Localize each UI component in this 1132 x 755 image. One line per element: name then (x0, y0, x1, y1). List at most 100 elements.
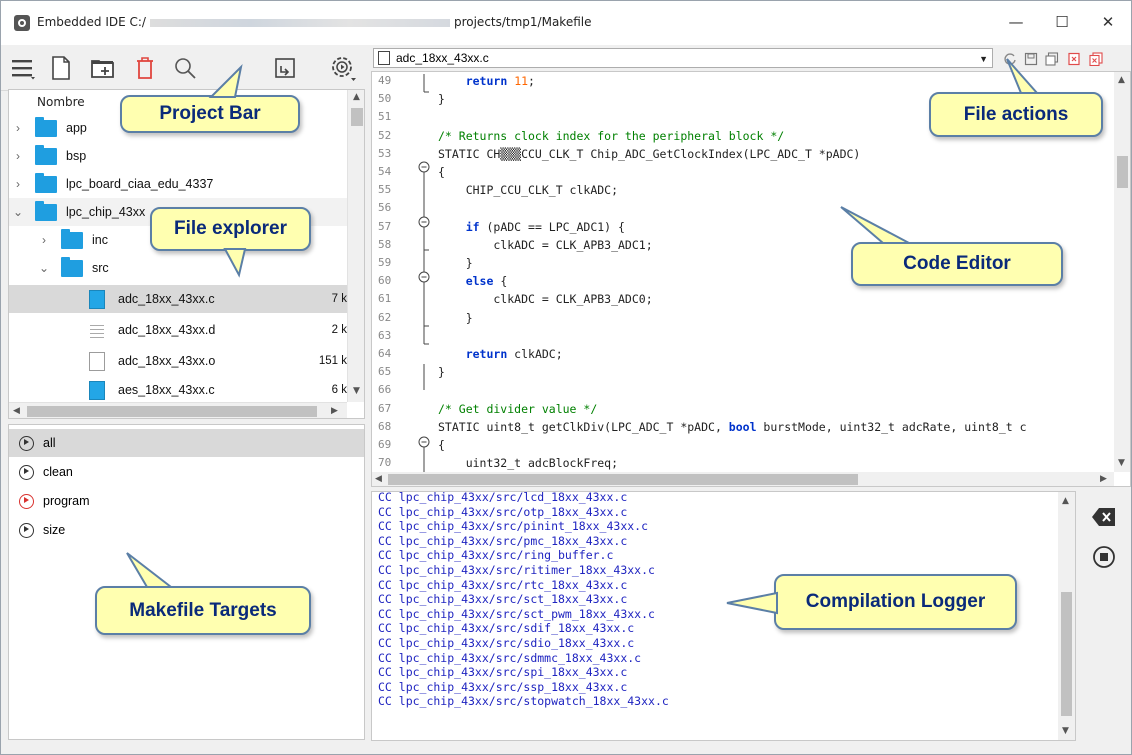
tree-item-adc-o[interactable]: adc_18xx_43xx.o 151 k (9, 347, 347, 375)
code-line[interactable]: CHIP_CCU_CLK_T clkADC; (438, 183, 618, 197)
c-file-icon (89, 289, 105, 309)
hamburger-menu-icon[interactable] (7, 53, 39, 83)
tree-item-label: lpc_chip_43xx (66, 205, 146, 219)
callout-text: Compilation Logger (805, 591, 986, 612)
close-icon[interactable] (1065, 50, 1083, 68)
callout-text: Makefile Targets (129, 599, 277, 621)
line-number: 55 (378, 183, 392, 197)
tree-item-bsp[interactable]: › bsp (9, 142, 347, 170)
open-file-selector[interactable]: adc_18xx_43xx.c ▼ (373, 48, 993, 68)
chevron-right-icon[interactable]: › (13, 121, 23, 135)
scroll-thumb[interactable] (1117, 156, 1128, 188)
new-folder-icon[interactable] (87, 53, 119, 83)
scroll-right-icon[interactable]: ▶ (1100, 474, 1107, 484)
code-line[interactable]: { (438, 165, 445, 179)
build-settings-icon[interactable] (327, 53, 359, 83)
file-size: 7 k (331, 293, 347, 305)
callout-makefile-targets: Makefile Targets (95, 586, 311, 635)
target-size[interactable]: size (9, 516, 364, 544)
explorer-vertical-scrollbar[interactable]: ▲ ▼ (347, 90, 364, 402)
scroll-left-icon[interactable]: ◀ (375, 474, 382, 484)
scroll-up-icon[interactable]: ▲ (1062, 496, 1069, 506)
tree-item-src[interactable]: ⌄ src (9, 254, 347, 282)
code-line[interactable]: if (pADC == LPC_ADC1) { (438, 220, 625, 234)
close-window-button[interactable]: ✕ (1085, 7, 1131, 37)
code-line[interactable]: STATIC uint8_t getClkDiv(LPC_ADC_T *pADC… (438, 420, 1027, 434)
scroll-down-icon[interactable]: ▼ (1118, 458, 1125, 468)
target-clean[interactable]: clean (9, 458, 364, 486)
target-all[interactable]: all (9, 429, 364, 457)
code-line[interactable]: else { (438, 274, 508, 288)
log-line: CC lpc_chip_43xx/src/sdif_18xx_43xx.c (378, 621, 635, 636)
scroll-thumb[interactable] (27, 406, 317, 417)
code-line[interactable]: uint32_t adcBlockFreq; (438, 456, 618, 470)
code-line[interactable]: { (438, 438, 445, 452)
tree-item-adc-d[interactable]: adc_18xx_43xx.d 2 k (9, 316, 347, 344)
folder-icon (35, 172, 57, 193)
chevron-right-icon[interactable]: › (39, 233, 49, 247)
folder-icon (61, 256, 83, 277)
export-icon[interactable] (269, 53, 301, 83)
tree-item-adc-c[interactable]: adc_18xx_43xx.c 7 k (9, 285, 347, 313)
close-all-icon[interactable] (1087, 50, 1105, 68)
code-line[interactable]: } (438, 256, 473, 270)
scroll-thumb[interactable] (388, 474, 858, 485)
line-number: 56 (378, 201, 392, 215)
callout-text: File actions (963, 103, 1069, 125)
file-size: 2 k (331, 324, 347, 336)
log-line: CC lpc_chip_43xx/src/sct_18xx_43xx.c (378, 592, 628, 607)
tree-item-aes-c[interactable]: aes_18xx_43xx.c 6 k (9, 376, 347, 404)
chevron-down-icon[interactable]: ⌄ (13, 205, 23, 219)
line-number: 59 (378, 256, 392, 269)
line-number: 63 (378, 328, 392, 342)
logger-vertical-scrollbar[interactable]: ▲ ▼ (1058, 492, 1075, 740)
line-number: 61 (378, 292, 392, 306)
chevron-down-icon[interactable]: ⌄ (39, 261, 49, 275)
search-icon[interactable] (169, 53, 201, 83)
target-label: size (43, 523, 66, 537)
scroll-up-icon[interactable]: ▲ (1118, 75, 1125, 85)
c-file-icon (89, 380, 105, 400)
code-line[interactable]: clkADC = CLK_APB3_ADC1; (438, 238, 652, 252)
callout-text: Project Bar (159, 103, 261, 124)
target-program[interactable]: program (9, 487, 364, 515)
chevron-right-icon[interactable]: › (13, 177, 23, 191)
maximize-button[interactable]: ☐ (1039, 7, 1085, 37)
code-line[interactable]: } (438, 365, 445, 379)
code-line[interactable]: /* Get divider value */ (438, 402, 597, 416)
code-line[interactable]: STATIC CH▒▒▒CCU_CLK_T Chip_ADC_GetClockI… (438, 147, 860, 161)
editor-horizontal-scrollbar[interactable]: ◀ ▶ (372, 472, 1114, 486)
ide-window: Embedded IDE C:/ projects/tmp1/Makefile —… (0, 0, 1132, 755)
code-line[interactable]: } (438, 92, 445, 106)
scroll-thumb[interactable] (1061, 592, 1072, 716)
stop-icon[interactable] (1087, 541, 1121, 573)
minimize-button[interactable]: — (993, 7, 1039, 37)
code-line[interactable]: clkADC = CLK_APB3_ADC0; (438, 292, 652, 306)
scroll-up-icon[interactable]: ▲ (353, 92, 360, 102)
line-number-gutter: 49 50 51 52 53 54 55 56 57 58 59 60 61 62 63 64 65 66 67 68… (372, 72, 410, 472)
chevron-down-icon[interactable]: ▼ (979, 50, 988, 68)
code-line[interactable]: /* Returns clock index for the periphera… (438, 129, 784, 143)
scroll-thumb[interactable] (351, 108, 363, 126)
tree-item-lpc-board[interactable]: › lpc_board_ciaa_edu_4337 (9, 170, 347, 198)
explorer-horizontal-scrollbar[interactable]: ◀ ▶ (9, 402, 347, 418)
editor-vertical-scrollbar[interactable]: ▲ ▼ (1114, 72, 1130, 472)
scroll-right-icon[interactable]: ▶ (331, 406, 338, 416)
new-file-icon[interactable] (45, 53, 77, 83)
makefile-targets: all clean program size (8, 424, 365, 740)
code-line[interactable]: return clkADC; (438, 347, 563, 361)
scroll-down-icon[interactable]: ▼ (353, 386, 360, 396)
callout-compilation-logger: Compilation Logger (774, 574, 1017, 630)
line-number: 49 (378, 74, 392, 87)
scroll-down-icon[interactable]: ▼ (1062, 726, 1069, 736)
code-line[interactable]: } (438, 311, 473, 325)
code-line[interactable]: return 11; (438, 74, 535, 88)
scroll-left-icon[interactable]: ◀ (13, 406, 20, 416)
file-size: 6 k (331, 384, 347, 396)
file-size: 151 k (318, 355, 347, 367)
chevron-right-icon[interactable]: › (13, 149, 23, 163)
delete-icon[interactable] (129, 53, 161, 83)
file-explorer: Nombre › app › bsp › lpc_board_ciaa_edu_… (8, 89, 365, 419)
clear-log-icon[interactable] (1087, 501, 1121, 533)
log-line: CC lpc_chip_43xx/src/pmc_18xx_43xx.c (378, 533, 628, 548)
